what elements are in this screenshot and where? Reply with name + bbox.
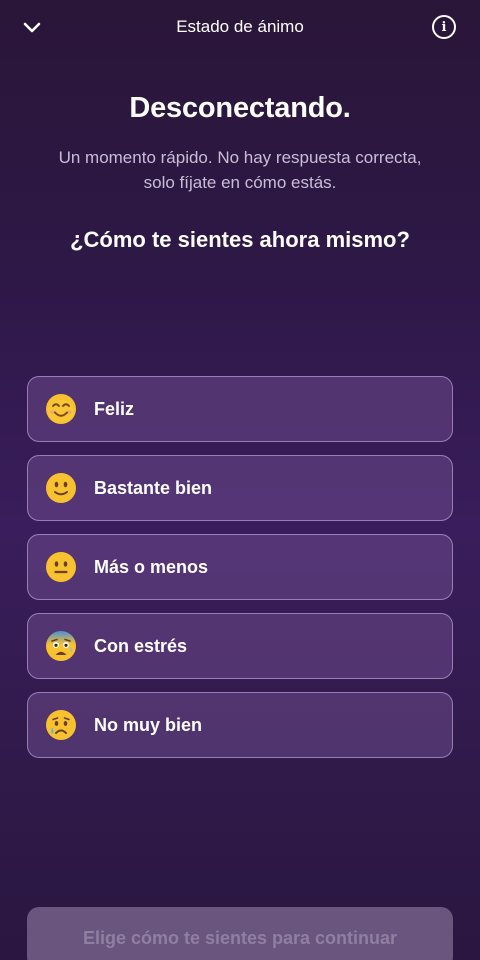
page-subtitle: Un momento rápido. No hay respuesta corr…: [20, 145, 460, 195]
subtitle-line: Un momento rápido. No hay respuesta corr…: [58, 148, 422, 167]
top-bar: Estado de ánimo i: [0, 0, 480, 56]
page-heading: Desconectando.: [129, 92, 351, 124]
mood-option-label: Feliz: [94, 398, 135, 419]
mood-option-con-estres[interactable]: Con estrés: [27, 613, 453, 679]
smiling-face-icon: [45, 393, 77, 425]
slightly-smiling-face-icon: [45, 472, 77, 504]
mood-option-label: Bastante bien: [94, 477, 213, 498]
mood-options: Feliz Bastante bien Más o menos Con estr…: [27, 376, 453, 771]
info-button[interactable]: i: [432, 15, 456, 39]
mood-option-label: Con estrés: [94, 635, 188, 656]
mood-question: ¿Cómo te sientes ahora mismo?: [70, 227, 410, 252]
info-icon: i: [441, 19, 447, 35]
mood-option-no-muy-bien[interactable]: No muy bien: [27, 692, 453, 758]
mood-option-feliz[interactable]: Feliz: [27, 376, 453, 442]
continue-button[interactable]: Elige cómo te sientes para continuar: [27, 907, 453, 960]
mood-option-label: Más o menos: [94, 556, 209, 577]
mood-option-bastante-bien[interactable]: Bastante bien: [27, 455, 453, 521]
screen-title: Estado de ánimo: [176, 17, 304, 36]
subtitle-line: solo fíjate en cómo estás.: [143, 173, 337, 192]
anxious-face-icon: [45, 630, 77, 662]
mood-option-label: No muy bien: [94, 714, 203, 735]
crying-face-icon: [45, 709, 77, 741]
neutral-face-icon: [45, 551, 77, 583]
mood-option-mas-o-menos[interactable]: Más o menos: [27, 534, 453, 600]
